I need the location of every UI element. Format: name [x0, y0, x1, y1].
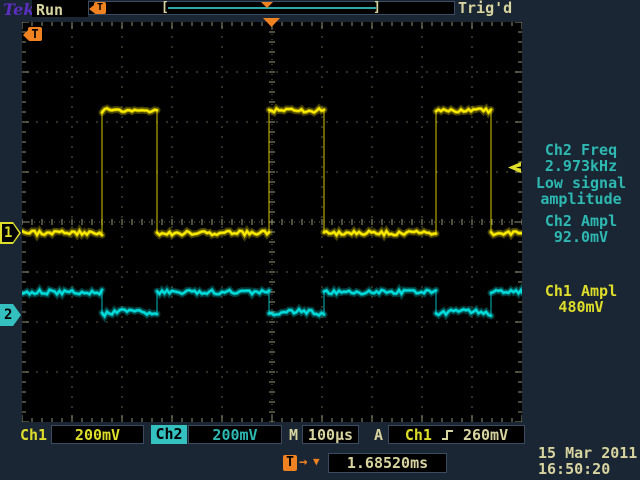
ch2-freq-title: Ch2 Freq — [523, 142, 639, 158]
ch1-ampl-title: Ch1 Ampl — [523, 283, 639, 299]
ch2-ampl-title: Ch2 Ampl — [523, 213, 639, 229]
ch1-ground-marker: 1 — [0, 222, 21, 244]
trigger-time-t-badge: T — [28, 27, 42, 41]
ch2-ampl-value: 92.0mV — [523, 229, 639, 245]
oscilloscope-screen: Tek Run T [ ] Trig'd T 1 2 Ch2 Freq 2.97… — [0, 0, 640, 480]
ch1-scale-readout: 200mV — [51, 425, 144, 444]
trigger-status: Trig'd — [458, 0, 512, 18]
ch1-ampl-value: 480mV — [523, 299, 639, 315]
ch2-label-selected: Ch2 — [151, 425, 187, 444]
ch2-ground-marker-label: 2 — [4, 307, 12, 323]
acquisition-status: Run — [32, 0, 88, 17]
ch2-freq-value: 2.973kHz — [523, 158, 639, 174]
record-waveform-line — [168, 7, 376, 9]
ch2-ground-marker: 2 — [0, 304, 21, 326]
triangle-down-icon: ▼ — [313, 455, 320, 468]
horizontal-pos-t-badge: T — [283, 455, 297, 471]
trigger-source-label: A — [374, 426, 383, 445]
ch2-scale-readout: 200mV — [188, 425, 282, 444]
trigger-readout: Ch1 260mV — [388, 425, 525, 444]
timebase-label: M — [289, 426, 298, 445]
ch1-ground-marker-label: 1 — [4, 225, 12, 241]
acquisition-status-label: Run — [32, 1, 63, 19]
right-arrow-icon: → — [299, 454, 307, 470]
rising-edge-icon — [441, 428, 454, 442]
trigger-level-value: 260mV — [463, 426, 508, 444]
record-view-bar: T [ ] — [88, 1, 455, 15]
timebase-readout: 100µs — [302, 425, 359, 444]
ch2-freq-note-1: Low signal — [523, 175, 639, 191]
trigger-source-value: Ch1 — [405, 426, 432, 444]
time-display: 16:50:20 — [538, 460, 610, 478]
record-trigger-t-badge: T — [94, 2, 106, 14]
horizontal-position-readout: 1.68520ms — [328, 453, 447, 473]
ch2-freq-note-2: amplitude — [523, 191, 639, 207]
ch1-label: Ch1 — [20, 426, 47, 445]
graticule-and-traces — [22, 22, 522, 422]
tek-logo: Tek — [3, 0, 34, 19]
